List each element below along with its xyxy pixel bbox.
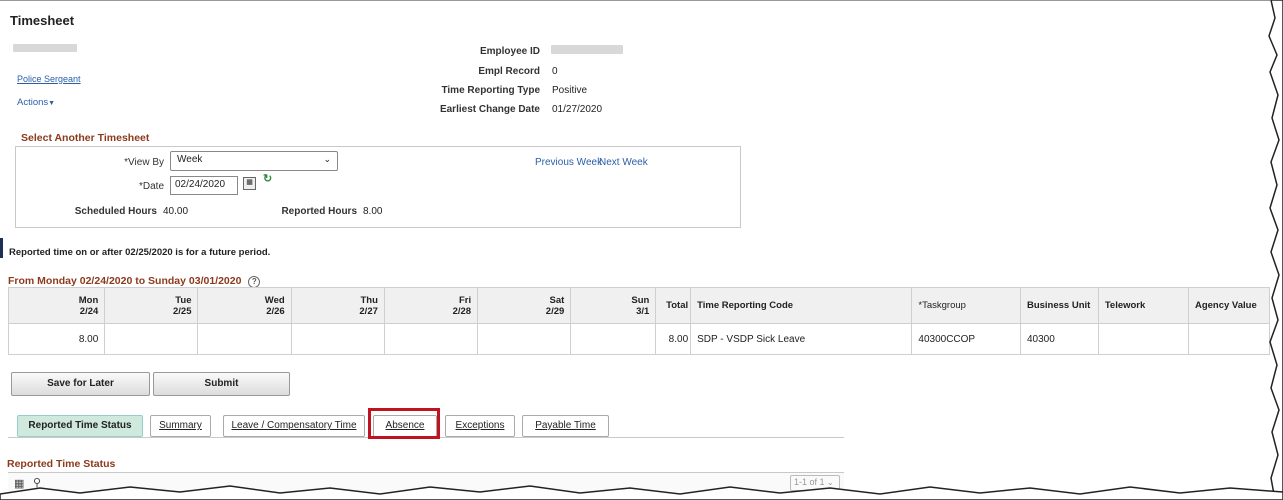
total-cell: 8.00 (655, 323, 692, 355)
torn-edge-bottom (0, 485, 1283, 500)
future-period-notice: Reported time on or after 02/25/2020 is … (9, 247, 271, 258)
col-business-unit: Business Unit (1019, 287, 1099, 324)
day-date: 2/26 (266, 305, 285, 317)
tab-payable-time[interactable]: Payable Time (522, 415, 609, 437)
telework-cell[interactable] (1097, 323, 1189, 355)
day-label: Wed (264, 294, 285, 306)
hours-cell-tue[interactable] (104, 323, 199, 355)
actions-label: Actions (17, 97, 49, 108)
hours-cell-mon[interactable]: 8.00 (7, 323, 106, 355)
col-trc: Time Reporting Code (690, 287, 913, 324)
tab-summary[interactable]: Summary (150, 415, 211, 437)
reported-time-status-heading: Reported Time Status (7, 458, 116, 470)
col-taskgroup: *Taskgroup (911, 287, 1021, 324)
reported-hours-label: Reported Hours (281, 206, 357, 217)
select-timesheet-heading: Select Another Timesheet (21, 132, 150, 144)
tab-leave-compensatory-time[interactable]: Leave / Compensatory Time (223, 415, 365, 437)
time-reporting-type-label: Time Reporting Type (441, 85, 540, 96)
day-label: Tue (175, 294, 192, 306)
day-label: Thu (360, 294, 378, 306)
save-for-later-button[interactable]: Save for Later (11, 372, 150, 396)
taskgroup-cell[interactable]: 40300CCOP (911, 323, 1021, 355)
col-tue: Tue 2/25 (104, 287, 199, 324)
day-label: Fri (458, 294, 472, 306)
next-week-link[interactable]: Next Week (599, 157, 648, 168)
timesheet-grid: Mon 2/24 Tue 2/25 Wed 2/26 Thu 2/27 Fri 2/28 … (7, 287, 1271, 355)
day-date: 2/24 (79, 305, 99, 317)
chevron-down-icon: ⌄ (323, 154, 331, 164)
hours-cell-fri[interactable] (383, 323, 479, 355)
day-date: 2/27 (359, 305, 378, 317)
day-date: 2/28 (452, 305, 472, 317)
view-by-value: Week (177, 154, 203, 165)
reported-hours-value: 8.00 (363, 206, 383, 217)
actions-menu[interactable]: Actions▼ (17, 97, 55, 108)
job-title-link[interactable]: Police Sergeant (17, 74, 81, 84)
day-date: 2/29 (545, 305, 565, 317)
page-title: Timesheet (10, 13, 75, 28)
empl-record-label: Empl Record (478, 66, 540, 77)
day-date: 3/1 (636, 305, 650, 317)
top-border (0, 0, 1270, 1)
employee-id-label: Employee ID (479, 46, 540, 57)
col-thu: Thu 2/27 (290, 287, 385, 324)
time-reporting-type-value: Positive (552, 85, 588, 96)
business-unit-cell[interactable]: 40300 (1019, 323, 1099, 355)
date-label: *Date (138, 181, 164, 192)
hours-cell-sat[interactable] (477, 323, 572, 355)
period-heading-text: From Monday 02/24/2020 to Sunday 03/01/2… (8, 275, 242, 287)
scheduled-hours-label: Scheduled Hours (74, 206, 157, 217)
caret-down-icon: ▼ (48, 100, 56, 107)
col-mon: Mon 2/24 (7, 287, 106, 324)
day-label: Sat (549, 294, 565, 306)
day-label: Mon (78, 294, 99, 306)
absence-highlight-box (368, 408, 440, 439)
date-input[interactable]: 02/24/2020 (170, 176, 238, 195)
col-telework: Telework (1097, 287, 1189, 324)
earliest-change-date-label: Earliest Change Date (439, 104, 540, 115)
table-row: 8.00 8.00 SDP - VSDP Sick Leave 40300CCO… (7, 323, 1271, 355)
previous-week-link[interactable]: Previous Week (535, 157, 602, 168)
col-total: Total (655, 287, 692, 324)
refresh-icon[interactable]: ↻ (263, 172, 272, 185)
left-edge-bar (0, 238, 3, 258)
day-label: Sun (631, 294, 650, 306)
hours-cell-sun[interactable] (570, 323, 657, 355)
torn-edge-right (1268, 0, 1283, 500)
col-wed: Wed 2/26 (197, 287, 292, 324)
view-by-select[interactable]: Week ⌄ (170, 151, 338, 171)
employee-name-redacted (13, 44, 77, 52)
empl-record-value: 0 (552, 66, 558, 77)
tab-reported-time-status[interactable]: Reported Time Status (17, 415, 143, 437)
earliest-change-date-value: 01/27/2020 (552, 104, 603, 115)
hours-cell-thu[interactable] (290, 323, 385, 355)
col-sat: Sat 2/29 (477, 287, 572, 324)
trc-cell[interactable]: SDP - VSDP Sick Leave (690, 323, 913, 355)
col-sun: Sun 3/1 (570, 287, 657, 324)
calendar-icon[interactable]: ▦ (243, 177, 256, 190)
scheduled-hours-value: 40.00 (163, 206, 189, 217)
hours-cell-wed[interactable] (197, 323, 292, 355)
employee-id-redacted (551, 45, 623, 54)
tab-exceptions[interactable]: Exceptions (445, 415, 515, 437)
view-by-label: *View By (124, 157, 164, 168)
col-fri: Fri 2/28 (383, 287, 479, 324)
day-date: 2/25 (172, 305, 192, 317)
submit-button[interactable]: Submit (153, 372, 290, 396)
